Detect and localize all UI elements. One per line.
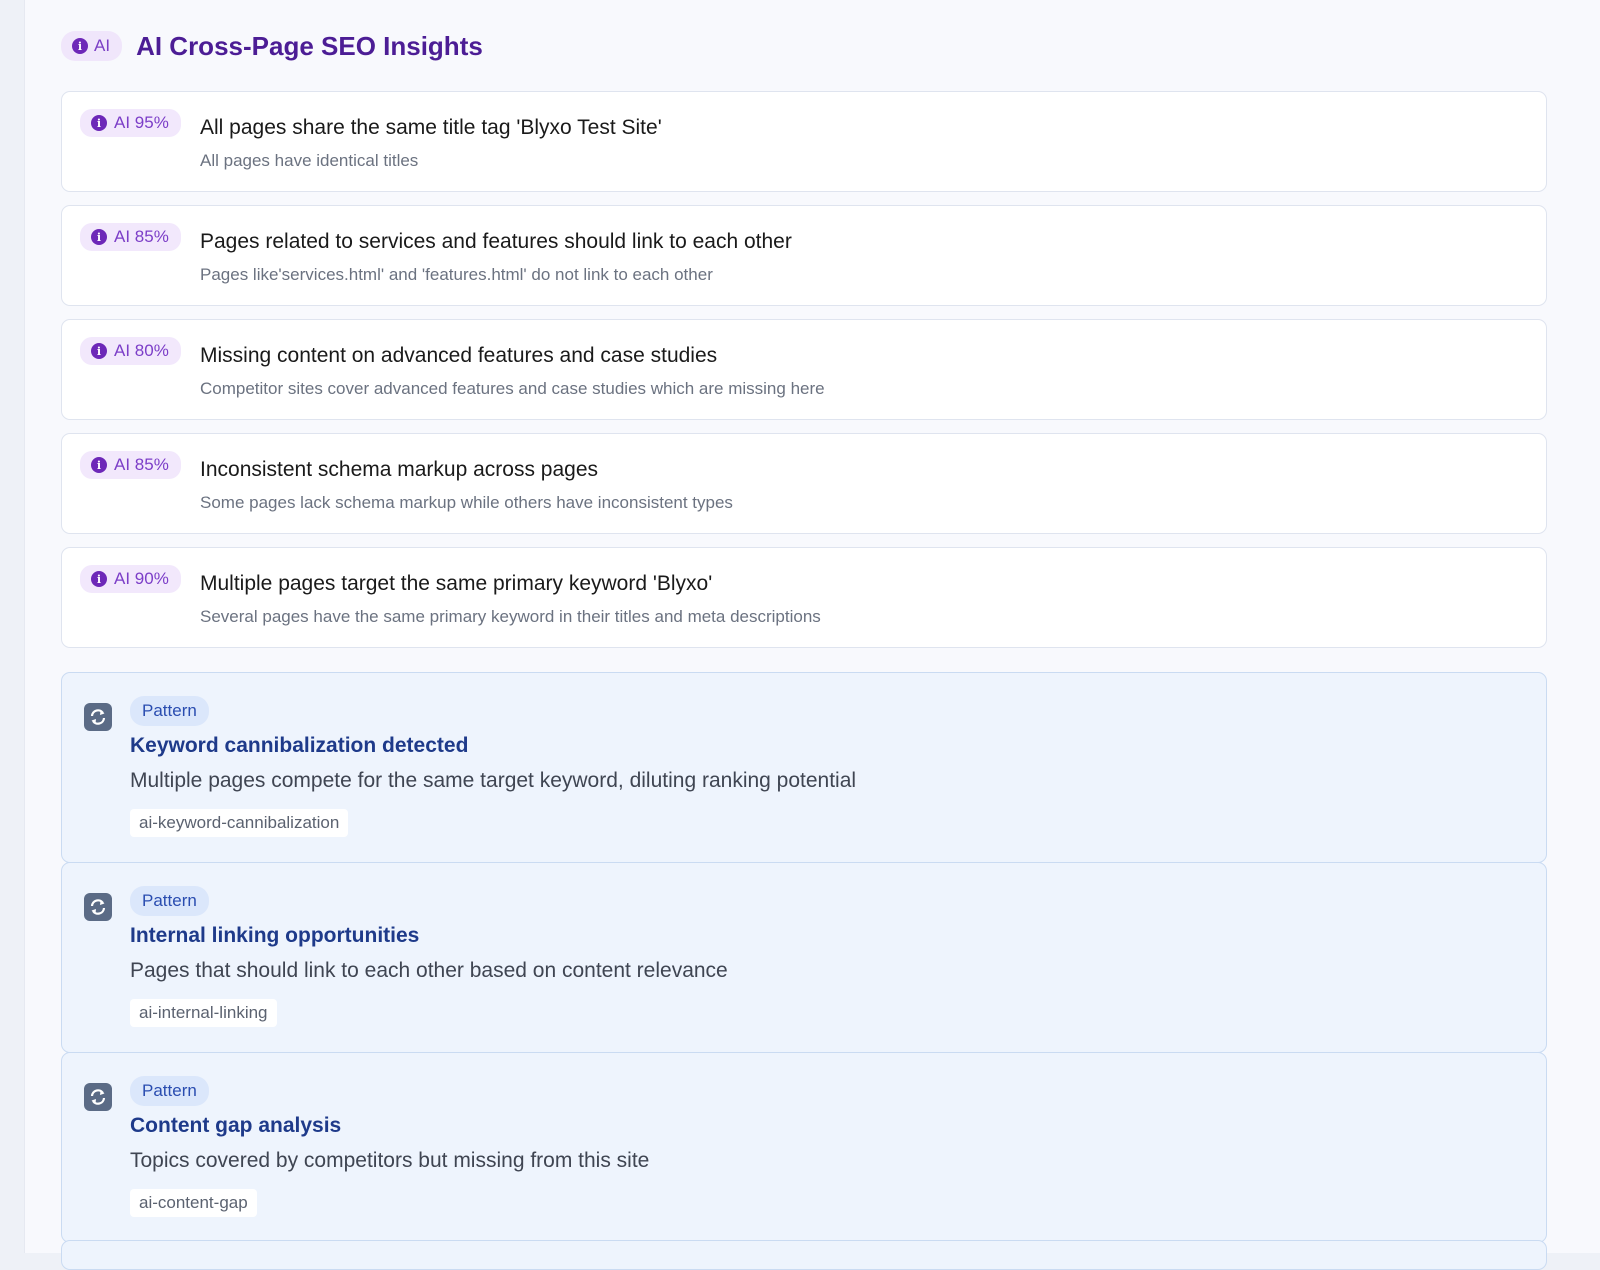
info-icon: i: [91, 343, 107, 359]
pattern-code: ai-internal-linking: [130, 999, 277, 1027]
insight-card[interactable]: i AI 85% Inconsistent schema markup acro…: [61, 433, 1547, 534]
insight-description: Competitor sites cover advanced features…: [200, 379, 825, 398]
insight-card[interactable]: i AI 80% Missing content on advanced fea…: [61, 319, 1547, 420]
info-icon: i: [91, 115, 107, 131]
pattern-title: Keyword cannibalization detected: [130, 734, 469, 757]
pattern-tag: Pattern: [130, 696, 209, 726]
pattern-title: Internal linking opportunities: [130, 924, 420, 947]
confidence-badge: i AI 85%: [80, 223, 181, 251]
insight-description: All pages have identical titles: [200, 151, 419, 170]
pattern-description: Pages that should link to each other bas…: [130, 959, 728, 982]
pattern-code: ai-content-gap: [130, 1189, 257, 1217]
insight-title: Pages related to services and features s…: [200, 230, 792, 253]
info-icon: i: [91, 457, 107, 473]
pattern-card[interactable]: Pattern Keyword cannibalization detected…: [61, 672, 1547, 863]
refresh-icon: [84, 703, 112, 731]
ai-badge-label: AI: [94, 36, 111, 55]
pattern-description: Multiple pages compete for the same targ…: [130, 769, 857, 792]
section-title: AI Cross-Page SEO Insights: [136, 30, 483, 61]
confidence-badge: i AI 80%: [80, 337, 181, 365]
pattern-code: ai-keyword-cannibalization: [130, 809, 349, 837]
refresh-icon: [84, 893, 112, 921]
ai-badge: i AI: [61, 31, 123, 61]
confidence-label: AI 95%: [114, 113, 169, 132]
insight-description: Several pages have the same primary keyw…: [200, 607, 821, 626]
insight-title: Inconsistent schema markup across pages: [200, 458, 599, 481]
confidence-badge: i AI 95%: [80, 109, 181, 137]
pattern-list: Pattern Keyword cannibalization detected…: [61, 672, 1547, 1243]
info-icon: i: [91, 571, 107, 587]
confidence-label: AI 85%: [114, 227, 169, 246]
info-icon: i: [91, 229, 107, 245]
pattern-tag: Pattern: [130, 886, 209, 916]
pattern-card-partial: [61, 1240, 1547, 1270]
pattern-card[interactable]: Pattern Content gap analysis Topics cove…: [61, 1052, 1547, 1243]
confidence-badge: i AI 90%: [80, 565, 181, 593]
pattern-card[interactable]: Pattern Internal linking opportunities P…: [61, 862, 1547, 1053]
insight-title: All pages share the same title tag 'Blyx…: [200, 116, 662, 139]
refresh-icon: [84, 1083, 112, 1111]
pattern-tag: Pattern: [130, 1076, 209, 1106]
insight-description: Pages like'services.html' and 'features.…: [200, 265, 713, 284]
insight-description: Some pages lack schema markup while othe…: [200, 493, 733, 512]
insight-card[interactable]: i AI 95% All pages share the same title …: [61, 91, 1547, 192]
insight-card[interactable]: i AI 85% Pages related to services and f…: [61, 205, 1547, 306]
pattern-description: Topics covered by competitors but missin…: [130, 1149, 650, 1172]
insight-title: Missing content on advanced features and…: [200, 344, 718, 367]
section-header: i AI AI Cross-Page SEO Insights: [61, 30, 483, 62]
insight-title: Multiple pages target the same primary k…: [200, 572, 713, 595]
pattern-title: Content gap analysis: [130, 1114, 342, 1137]
confidence-label: AI 85%: [114, 455, 169, 474]
insight-list: i AI 95% All pages share the same title …: [61, 91, 1547, 661]
insights-panel: i AI AI Cross-Page SEO Insights i AI 95%…: [24, 0, 1600, 1270]
info-icon: i: [72, 38, 88, 54]
confidence-badge: i AI 85%: [80, 451, 181, 479]
confidence-label: AI 90%: [114, 569, 169, 588]
confidence-label: AI 80%: [114, 341, 169, 360]
insight-card[interactable]: i AI 90% Multiple pages target the same …: [61, 547, 1547, 648]
